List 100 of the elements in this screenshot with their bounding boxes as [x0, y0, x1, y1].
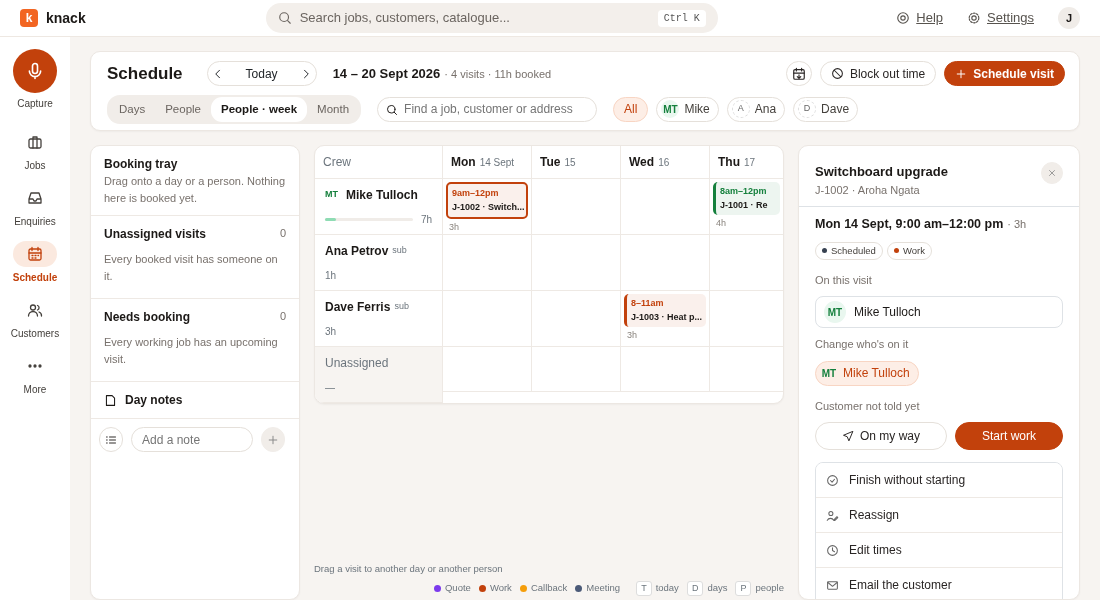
panel-title: Switchboard upgrade — [815, 163, 948, 181]
close-icon — [1047, 168, 1057, 178]
day-name: Thu — [718, 154, 740, 171]
hint-text: Drag onto a day or a person. Nothing here is booked yet. — [104, 174, 286, 206]
person-filter[interactable]: A Ana — [726, 96, 786, 122]
section-title: Unassigned visits — [104, 226, 207, 243]
search-field[interactable]: Search jobs, customers, catalogue... Ctrl K — [265, 3, 718, 33]
person-initials: MT — [325, 188, 338, 202]
section-title: Needs booking — [104, 309, 190, 326]
legend-label: Quote — [445, 581, 471, 596]
inbox-icon — [27, 190, 43, 206]
crew-name: Unassigned — [325, 355, 389, 372]
nav-link[interactable]: Help — [896, 8, 943, 28]
hours-label: 7h — [420, 213, 432, 227]
shortcut-hint: Ctrl K — [657, 9, 706, 27]
logo-icon: k — [20, 9, 38, 27]
section-title: Day notes — [125, 392, 183, 409]
mail-icon — [826, 578, 839, 592]
key-hint: D — [686, 580, 704, 596]
help-icon — [896, 11, 911, 25]
person-icon — [826, 508, 839, 522]
key-hint: T — [636, 580, 652, 596]
block-out-button[interactable]: Block out time — [819, 61, 937, 87]
send-icon — [842, 430, 854, 443]
clock-icon — [826, 543, 839, 557]
hint-text: Every booked visit has someone on it. — [104, 252, 279, 284]
day-name: Wed — [629, 154, 655, 171]
crew-tag: sub — [394, 300, 409, 314]
block-icon — [830, 67, 844, 81]
person-filter[interactable]: D Dave — [793, 96, 859, 122]
note-field[interactable]: Add a note — [131, 427, 253, 452]
nav-link[interactable]: Settings — [967, 8, 1034, 28]
visit-card[interactable]: 8–11am J-1003 · Heat p... — [624, 294, 706, 327]
calendar-icon — [27, 246, 43, 262]
hint-text: Every working job has an upcoming visit. — [104, 335, 279, 367]
visit-duration: · 3h — [1007, 217, 1027, 232]
view-tab[interactable]: Month — [307, 96, 360, 122]
hours-label: 3h — [325, 325, 338, 339]
count-label: 0 — [279, 226, 286, 241]
field-label: On this visit — [815, 272, 873, 288]
user-avatar[interactable]: J — [1058, 7, 1080, 29]
duration-label: 3h — [626, 329, 638, 342]
day-date: 15 — [564, 155, 576, 170]
status-tag: Scheduled — [815, 241, 883, 260]
brand-name: knack — [46, 8, 86, 28]
view-tab[interactable]: People — [155, 96, 211, 122]
nav-item[interactable]: Enquiries — [13, 185, 57, 229]
duration-label: 3h — [448, 221, 460, 234]
checklist-button[interactable] — [99, 427, 123, 452]
day-name: Tue — [540, 154, 561, 171]
duration-label: 4h — [715, 217, 727, 230]
notice-text: Customer not told yet — [815, 398, 921, 414]
plus-icon — [955, 67, 968, 80]
today-button[interactable]: Today — [245, 64, 278, 83]
visit-card[interactable]: 8am–12pm J-1001 · Re — [713, 182, 780, 215]
hours-label: — — [325, 381, 336, 395]
section-title: Booking tray — [104, 156, 179, 173]
week-summary: · 4 visits · 11h booked — [444, 66, 552, 82]
calendar-export-button[interactable] — [785, 61, 812, 87]
shortcut-label: days — [707, 581, 728, 596]
hint-text: Drag a visit to another day or another person — [314, 562, 504, 577]
person-initials: MT — [661, 100, 680, 119]
nav-item[interactable]: More — [13, 353, 57, 397]
view-tab[interactable]: People · week — [211, 96, 308, 122]
action-item[interactable]: Finish without starting — [816, 463, 1062, 499]
person-filter[interactable]: All — [613, 96, 649, 122]
people-icon — [27, 302, 43, 318]
shortcut-label: people — [755, 581, 784, 596]
settings-icon — [967, 11, 981, 25]
day-date: 17 — [744, 155, 756, 170]
crew-name: Mike Tulloch — [346, 187, 418, 204]
filter-field[interactable]: Find a job, customer or address — [377, 96, 598, 122]
legend-label: Meeting — [586, 581, 621, 596]
column-header: Crew — [323, 154, 351, 171]
schedule-visit-button[interactable]: Schedule visit — [944, 61, 1065, 87]
legend-label: Callback — [530, 581, 568, 596]
visit-time: Mon 14 Sept, 9:00 am–12:00 pm — [815, 216, 1004, 233]
count-label: 0 — [279, 309, 286, 324]
search-icon — [277, 11, 292, 25]
briefcase-icon — [27, 134, 43, 150]
view-tab[interactable]: Days — [109, 96, 156, 122]
on-my-way-button[interactable]: On my way — [815, 422, 947, 451]
visit-card[interactable]: 9am–12pm J-1002 · Switch... — [446, 182, 528, 219]
crew-name: Dave Ferris — [325, 299, 391, 316]
calendar-icon — [791, 66, 806, 81]
plus-icon — [267, 433, 279, 446]
start-work-button[interactable]: Start work — [955, 422, 1063, 451]
assignee-chip[interactable]: MT Mike Tulloch — [815, 360, 919, 386]
person-filter[interactable]: MT Mike — [656, 96, 719, 122]
status-tag: Work — [886, 241, 932, 260]
shortcut-label: today — [655, 581, 679, 596]
day-date: 16 — [658, 155, 670, 170]
document-icon — [104, 393, 117, 407]
crew-tag: sub — [392, 244, 407, 258]
nav-item[interactable]: Customers — [10, 297, 60, 341]
date-range: 14 – 20 Sept 2026 — [332, 65, 441, 83]
legend-label: Work — [489, 581, 512, 596]
nav-item[interactable]: Jobs — [13, 129, 57, 173]
field-label: Change who's on it — [815, 337, 910, 353]
check-circle-icon — [826, 473, 839, 487]
